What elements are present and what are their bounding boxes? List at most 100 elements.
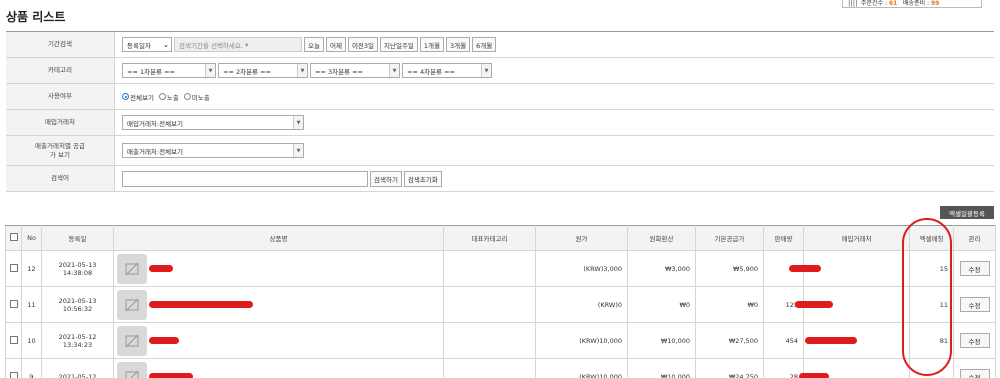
row-category: [443, 286, 536, 323]
row-product[interactable]: [113, 322, 444, 359]
edit-button[interactable]: 수정: [959, 297, 990, 312]
row-no: 9: [21, 358, 42, 378]
row-select[interactable]: [5, 286, 22, 323]
table-row: 12 2021-05-13 14:38:08 (KRW)3,000 ₩3,000 …: [5, 250, 996, 287]
row-no: 11: [21, 286, 42, 323]
usage-label: 사용여부: [6, 84, 115, 109]
redacted-product-name: [149, 301, 254, 308]
no-image-icon: [117, 361, 147, 378]
row-cost: (KRW)0: [535, 286, 628, 323]
ship-count-label: 배송준비 :: [903, 0, 930, 7]
col-product-name: 상품명: [113, 225, 444, 251]
row-excel-match: 81: [909, 322, 954, 359]
filter-row-category: 카테고리 == 1차분류 == ▼ == 2차분류 == ▼ == 3차분류 == ▼…: [6, 58, 994, 84]
chevron-down-icon: ▼: [389, 64, 399, 77]
quick-1month-button[interactable]: 1개월: [419, 37, 445, 52]
quick-week-button[interactable]: 지난일주일: [380, 37, 418, 52]
usage-show-radio[interactable]: 노출: [158, 92, 179, 102]
category-1-value: == 1차분류 ==: [127, 67, 175, 76]
row-krw: ₩10,000: [627, 322, 696, 359]
usage-hide-radio[interactable]: 미노출: [183, 92, 210, 102]
chevron-down-icon: ▼: [293, 116, 303, 129]
row-manage: 수정: [953, 286, 996, 323]
edit-button[interactable]: 수정: [959, 333, 990, 348]
sales-vendor-select[interactable]: 매출거래처:전체보기 ▼: [122, 143, 304, 158]
search-button[interactable]: 검색하기: [370, 170, 402, 187]
reset-search-button[interactable]: 검색초기화: [403, 170, 442, 187]
col-no: No: [21, 225, 42, 251]
row-category: [443, 250, 536, 287]
row-no: 12: [21, 250, 42, 287]
quick-yesterday-button[interactable]: 어제: [325, 37, 346, 52]
checkbox-icon: [9, 233, 18, 241]
row-excel-match: 11: [909, 286, 954, 323]
purchase-vendor-select[interactable]: 매입거래처:전체보기 ▼: [122, 115, 304, 130]
redacted-vendor: [795, 301, 833, 308]
edit-button[interactable]: 수정: [959, 261, 990, 276]
table-row: 10 2021-05-12 13:34:23 (KRW)10,000 ₩10,00…: [5, 322, 996, 359]
edit-button[interactable]: 수정: [959, 369, 990, 378]
keyword-label: 검색어: [6, 166, 115, 191]
usage-all-radio[interactable]: 전체보기: [122, 92, 154, 102]
chevron-down-icon: ▼: [205, 64, 215, 77]
row-category: [443, 358, 536, 378]
row-manage: 수정: [953, 322, 996, 359]
filter-row-sales-vendor: 매출거래처별 공급가 보기 매출거래처:전체보기 ▼: [6, 136, 994, 166]
checkbox-icon: [9, 263, 18, 272]
row-excel-match: 15: [909, 250, 954, 287]
category-2-select[interactable]: == 2차분류 == ▼: [218, 63, 308, 78]
row-product[interactable]: [113, 250, 444, 287]
checkbox-icon: [9, 299, 18, 308]
col-category: 대표카테고리: [443, 225, 536, 251]
row-date-time: 14:38:08: [62, 268, 93, 277]
row-date: 2021-05-13 10:56:32: [41, 286, 114, 323]
date-type-select[interactable]: 등록일자 ⌄: [122, 37, 172, 52]
col-date: 등록일: [41, 225, 114, 251]
category-1-select[interactable]: == 1차분류 == ▼: [122, 63, 216, 78]
purchase-vendor-label: 매입거래처: [6, 110, 115, 135]
col-manage: 관리: [953, 225, 996, 251]
row-category: [443, 322, 536, 359]
purchase-vendor-value: 매입거래처:전체보기: [127, 119, 184, 128]
quick-3days-button[interactable]: 이전3일: [347, 37, 379, 52]
redacted-vendor: [805, 337, 857, 344]
row-vendor: [803, 322, 910, 359]
row-select[interactable]: [5, 358, 22, 378]
row-date-time: 10:56:32: [62, 304, 93, 313]
excel-bulk-register-button[interactable]: 엑셀일괄등록: [940, 206, 994, 219]
redacted-product-name: [149, 337, 180, 344]
row-date: 2021-05-13 14:38:08: [41, 250, 114, 287]
order-count-label: 주문건수 :: [861, 0, 888, 7]
category-3-select[interactable]: == 3차분류 == ▼: [310, 63, 400, 78]
col-vendor: 매입거래처: [803, 225, 910, 251]
col-excel-match: 엑셀매칭: [909, 225, 954, 251]
quick-3month-button[interactable]: 3개월: [446, 37, 471, 52]
select-all-cell[interactable]: [5, 225, 22, 251]
redacted-product-name: [149, 373, 194, 378]
row-product[interactable]: [113, 286, 444, 323]
date-range-input[interactable]: 검색기간을 선택하세요. ▾: [174, 37, 302, 52]
barcode-icon: ||||: [848, 0, 858, 7]
redacted-product-name: [149, 265, 174, 272]
quick-6month-button[interactable]: 6개월: [472, 37, 497, 52]
usage-show-label: 노출: [166, 93, 179, 102]
row-select[interactable]: [5, 322, 22, 359]
row-product[interactable]: [113, 358, 444, 378]
product-table: No 등록일 상품명 대표카테고리 원가 원화환산 기본공급가 판매량 매입거래…: [5, 225, 996, 378]
ship-count: 99: [930, 0, 940, 7]
category-4-select[interactable]: == 4차분류 == ▼: [402, 63, 492, 78]
table-header-row: No 등록일 상품명 대표카테고리 원가 원화환산 기본공급가 판매량 매입거래…: [5, 225, 996, 251]
row-krw: ₩10,000: [627, 358, 696, 378]
col-sales: 판매량: [763, 225, 804, 251]
date-type-value: 등록일자: [127, 41, 151, 50]
row-date-day: 2021-05-13: [58, 296, 97, 305]
row-manage: 수정: [953, 250, 996, 287]
row-select[interactable]: [5, 250, 22, 287]
row-date-time: 13:34:23: [62, 340, 93, 349]
quick-today-button[interactable]: 오늘: [304, 37, 324, 52]
keyword-input[interactable]: [122, 170, 368, 187]
page-title: 상품 리스트: [6, 10, 66, 24]
radio-icon: [183, 93, 191, 100]
usage-all-label: 전체보기: [130, 93, 154, 102]
row-cost: (KRW)10,000: [535, 322, 628, 359]
